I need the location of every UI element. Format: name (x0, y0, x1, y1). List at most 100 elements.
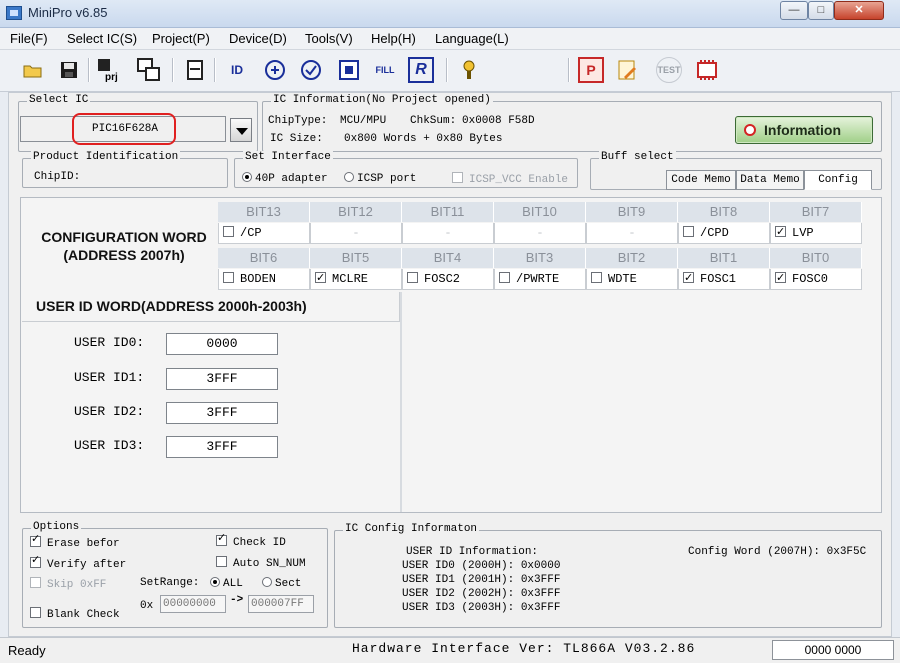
config-bit-label: /PWRTE (516, 272, 560, 286)
menu-language[interactable]: Language(L) (435, 31, 509, 46)
menu-file[interactable]: File(F) (10, 31, 48, 46)
information-button[interactable]: Information (735, 116, 873, 144)
bit-header: BIT11 (402, 202, 494, 222)
menu-device[interactable]: Device(D) (229, 31, 287, 46)
verify-after-checkbox[interactable]: Verify after (30, 553, 126, 571)
tab-code-memo[interactable]: Code Memo (666, 170, 736, 190)
checkbox-box (315, 268, 326, 288)
chip-type-label: ChipType: (268, 115, 328, 127)
chip-id-label: ChipID: (34, 171, 81, 183)
verify-icon[interactable] (298, 57, 324, 83)
window-title: MiniPro v6.85 (28, 5, 108, 20)
range-sect-radio[interactable]: Sect (262, 577, 301, 590)
checkbox-box (775, 268, 786, 288)
erase-before-checkbox[interactable]: Erase befor (30, 532, 120, 550)
menu-select-ic[interactable]: Select IC(S) (67, 31, 137, 46)
check-id-label: Check ID (233, 537, 286, 549)
check-id-checkbox[interactable]: Check ID (216, 531, 286, 549)
user-id-info-line: USER ID2 (2002H): 0x3FFF (402, 588, 561, 600)
user-id2-label: USER ID2: (74, 404, 145, 419)
edit-icon[interactable] (614, 57, 640, 83)
config-bit-checkbox[interactable]: LVP (770, 222, 862, 244)
range-all-radio[interactable]: ALL (210, 577, 243, 590)
skip-ff-checkbox[interactable]: Skip 0xFF (30, 577, 106, 591)
config-bit-checkbox[interactable]: FOSC2 (402, 269, 494, 290)
checkbox-box (223, 272, 234, 283)
config-bit-checkbox[interactable]: FOSC0 (770, 268, 862, 290)
config-bit-label: /CP (240, 226, 262, 240)
config-word-info: Config Word (2007H): 0x3F5C (688, 546, 867, 558)
tab-data-memo[interactable]: Data Memo (736, 170, 804, 190)
test-icon[interactable]: TEST (656, 57, 682, 83)
bit-header: BIT2 (586, 248, 678, 268)
config-bit-checkbox[interactable]: FOSC1 (678, 268, 770, 290)
product-id-legend: Product Identification (31, 151, 181, 163)
load-project-icon[interactable] (136, 57, 162, 83)
blank-check-icon[interactable] (336, 57, 362, 83)
help-icon[interactable] (456, 57, 482, 83)
checkbox-box (499, 272, 510, 283)
user-id3-input[interactable]: 3FFF (166, 436, 278, 458)
adapter-radio-dot (242, 172, 252, 182)
range-all-label: ALL (223, 578, 243, 590)
user-id2-input[interactable]: 3FFF (166, 402, 278, 424)
set-interface-legend: Set Interface (243, 151, 333, 163)
user-id-info-header: USER ID Information: (406, 546, 539, 558)
ic-config-info-legend: IC Config Informaton (343, 523, 480, 535)
user-id1-label: USER ID1: (74, 370, 145, 385)
svg-text:prj: prj (105, 72, 118, 82)
menu-bar: File(F) Select IC(S) Project(P) Device(D… (0, 28, 900, 50)
read-id-icon[interactable]: R (408, 57, 434, 83)
save-project-icon[interactable]: prj (96, 57, 122, 83)
checkbox-box (683, 268, 694, 288)
bit-header: BIT5 (310, 248, 402, 268)
ic-size-label: IC Size: (270, 133, 323, 145)
user-id1-input[interactable]: 3FFF (166, 368, 278, 390)
tab-config[interactable]: Config (804, 170, 872, 190)
icsp-radio[interactable]: ICSP port (344, 172, 416, 185)
menu-project[interactable]: Project(P) (152, 31, 210, 46)
config-bit-checkbox[interactable]: BODEN (218, 269, 310, 290)
bit-header: BIT4 (402, 248, 494, 268)
read-icon[interactable]: ID (224, 57, 250, 83)
user-id0-input[interactable]: 0000 (166, 333, 278, 355)
auto-sn-label: Auto SN_NUM (233, 558, 306, 570)
user-id-info-line: USER ID1 (2001H): 0x3FFF (402, 574, 561, 586)
config-bit-label: FOSC2 (424, 272, 461, 286)
config-bit-checkbox[interactable]: MCLRE (310, 268, 402, 290)
close-button[interactable]: ✕ (834, 1, 884, 20)
chip-icon[interactable] (694, 57, 720, 83)
blank-check-checkbox[interactable]: Blank Check (30, 607, 120, 621)
config-bit-checkbox[interactable]: WDTE (586, 269, 678, 290)
set-range-label: SetRange: (140, 577, 200, 589)
program-icon[interactable]: P (578, 57, 604, 83)
range-from-input[interactable]: 00000000 (160, 595, 226, 613)
user-id-info-line: USER ID3 (2003H): 0x3FFF (402, 602, 561, 614)
bit-header: BIT3 (494, 248, 586, 268)
erase-before-box (30, 532, 41, 547)
checkbox-box (591, 272, 602, 283)
minimize-button[interactable]: — (780, 1, 808, 20)
adapter-radio[interactable]: 40P adapter (242, 172, 328, 185)
maximize-button[interactable]: □ (808, 1, 834, 20)
save-icon[interactable] (56, 57, 82, 83)
bit-header: BIT9 (586, 202, 678, 222)
bit-unused-cell: - (310, 223, 402, 244)
menu-tools[interactable]: Tools(V) (305, 31, 353, 46)
auto-sn-checkbox[interactable]: Auto SN_NUM (216, 556, 306, 570)
menu-help[interactable]: Help(H) (371, 31, 416, 46)
config-bit-checkbox[interactable]: /PWRTE (494, 269, 586, 290)
write-icon[interactable] (262, 57, 288, 83)
config-bit-checkbox[interactable]: /CP (218, 223, 310, 244)
icsp-vcc-checkbox: ICSP_VCC Enable (452, 172, 568, 186)
ic-dropdown-button[interactable] (230, 118, 252, 142)
config-bit-checkbox[interactable]: /CPD (678, 223, 770, 244)
range-to-input[interactable]: 000007FF (248, 595, 314, 613)
bit-unused-cell: - (586, 223, 678, 244)
range-arrow: -> (230, 594, 244, 606)
open-icon[interactable] (20, 57, 46, 83)
buffer-icon[interactable] (182, 57, 208, 83)
fill-icon[interactable]: FILL (372, 57, 398, 83)
blank-check-label: Blank Check (47, 609, 120, 621)
bit-unused-cell: - (402, 223, 494, 244)
